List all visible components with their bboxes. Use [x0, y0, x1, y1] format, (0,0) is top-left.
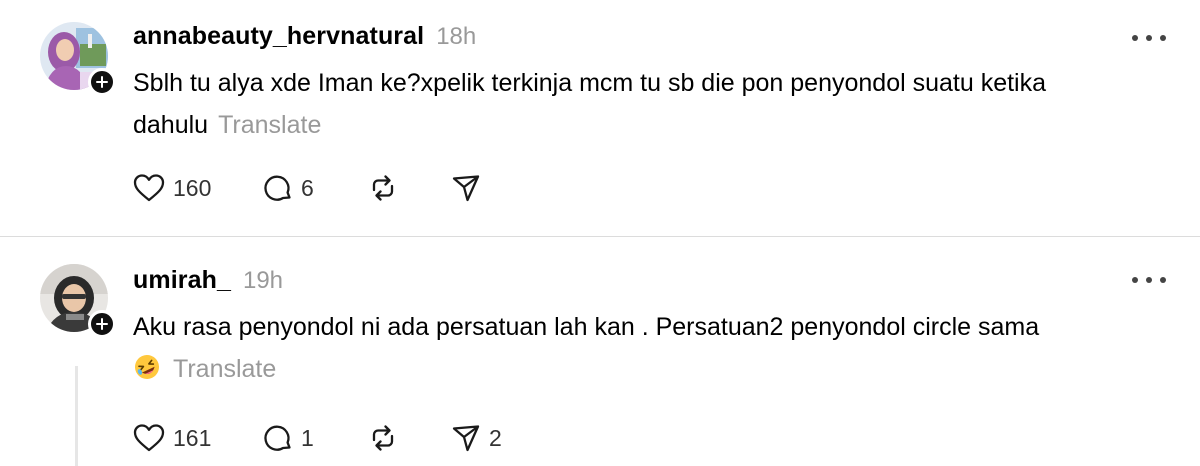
follow-button[interactable]	[88, 68, 116, 96]
comment-icon	[264, 175, 291, 201]
post-text: Aku rasa penyondol ni ada persatuan lah …	[133, 306, 1133, 394]
more-icon	[1132, 35, 1138, 41]
follow-button[interactable]	[88, 310, 116, 338]
rolling-laughing-emoji-icon	[133, 352, 161, 394]
reply-button[interactable]: 1	[263, 418, 367, 458]
reply-button[interactable]: 6	[263, 168, 367, 208]
share-button[interactable]	[451, 168, 531, 208]
heart-icon	[133, 424, 165, 452]
translate-link[interactable]: Translate	[173, 355, 276, 383]
send-icon	[452, 175, 480, 202]
post-header: umirah_ 19h	[133, 266, 283, 295]
reply-count: 1	[301, 424, 314, 451]
share-button[interactable]: 2	[451, 418, 531, 458]
thread-post-1: annabeauty_hervnatural 18h Sblh tu alya …	[0, 0, 1200, 237]
translate-link[interactable]: Translate	[218, 111, 321, 139]
thread-line	[75, 366, 78, 466]
heart-icon	[133, 174, 165, 202]
more-icon	[1146, 35, 1152, 41]
repost-button[interactable]	[367, 418, 451, 458]
like-count: 161	[173, 424, 212, 451]
avatar-container[interactable]	[40, 264, 116, 338]
username[interactable]: umirah_	[133, 266, 231, 295]
more-icon	[1146, 277, 1152, 283]
more-icon	[1132, 277, 1138, 283]
repost-icon	[372, 425, 394, 451]
more-options-button[interactable]	[1132, 28, 1166, 48]
like-button[interactable]: 161	[133, 418, 263, 458]
like-count: 160	[173, 174, 212, 201]
plus-icon	[96, 76, 108, 88]
comment-icon	[264, 425, 291, 451]
action-bar: 160 6	[133, 168, 531, 208]
avatar-container[interactable]	[40, 22, 116, 96]
more-icon	[1160, 277, 1166, 283]
post-body: Aku rasa penyondol ni ada persatuan lah …	[133, 313, 1040, 341]
post-divider	[0, 236, 1200, 237]
timestamp[interactable]: 18h	[436, 23, 476, 51]
timestamp[interactable]: 19h	[243, 267, 283, 295]
more-options-button[interactable]	[1132, 270, 1166, 290]
post-text: Sblh tu alya xde Iman ke?xpelik terkinja…	[133, 62, 1133, 146]
more-icon	[1160, 35, 1166, 41]
share-count: 2	[489, 424, 502, 451]
thread-post-2: umirah_ 19h Aku rasa penyondol ni ada pe…	[0, 238, 1200, 466]
reply-count: 6	[301, 174, 314, 201]
like-button[interactable]: 160	[133, 168, 263, 208]
action-bar: 161 1 2	[133, 418, 531, 458]
plus-icon	[96, 318, 108, 330]
repost-button[interactable]	[367, 168, 451, 208]
repost-icon	[372, 175, 394, 201]
send-icon	[452, 425, 480, 452]
post-header: annabeauty_hervnatural 18h	[133, 22, 476, 51]
username[interactable]: annabeauty_hervnatural	[133, 22, 424, 51]
